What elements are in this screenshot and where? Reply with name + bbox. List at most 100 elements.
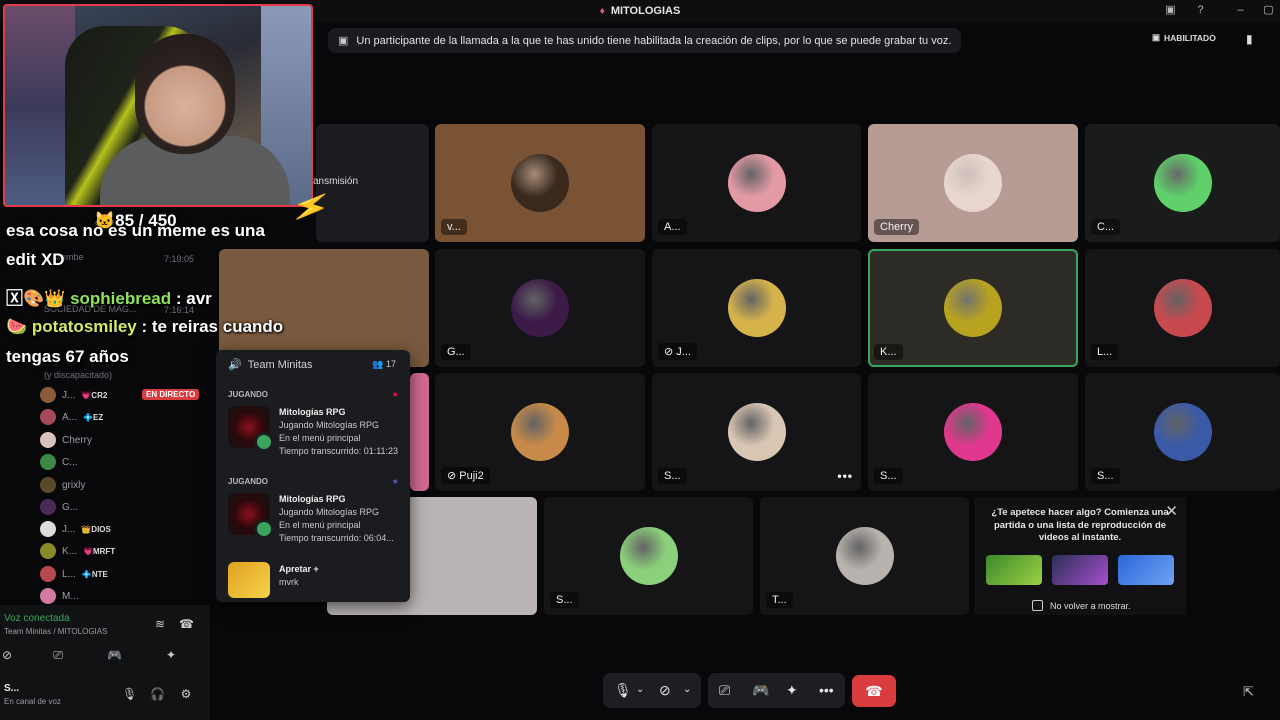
participant-tile[interactable]: L... — [1085, 249, 1280, 367]
member-item[interactable]: J... 💗CR2 — [40, 386, 107, 404]
popout-icon[interactable]: ⇱ — [1243, 684, 1254, 700]
clip-icon: ▣ — [338, 35, 349, 47]
member-item[interactable]: L... 💠NTE — [40, 565, 108, 583]
user-name[interactable]: S... — [4, 683, 19, 694]
more-options-icon[interactable]: ••• — [837, 469, 853, 483]
settings-icon[interactable]: ⚙ — [179, 687, 193, 701]
avatar — [40, 387, 56, 403]
avatar — [40, 432, 56, 448]
member-item[interactable]: grixly — [40, 476, 85, 494]
member-item[interactable]: J... 👑DIOS — [40, 520, 111, 538]
member-item[interactable]: Cherry — [40, 431, 92, 449]
chevron-down-icon[interactable]: ⌄ — [636, 684, 644, 695]
participant-tile[interactable]: ⊘ Puji2 — [435, 373, 645, 491]
participant-tile[interactable]: S... — [868, 373, 1078, 491]
voice-channel-path[interactable]: Team Minitas / MITOLOGIAS — [4, 627, 107, 636]
hangup-icon: ☎ — [865, 683, 883, 699]
voice-connected-label[interactable]: Voz conectada — [4, 613, 70, 624]
screen-share-icon[interactable]: ⎚ — [51, 648, 65, 662]
avatar — [40, 499, 56, 515]
participant-tile[interactable]: S... — [1085, 373, 1280, 491]
maximize-button[interactable]: ▢ — [1262, 4, 1275, 17]
participant-tile[interactable]: A... — [652, 124, 861, 242]
avatar — [511, 279, 569, 337]
microphone-icon[interactable]: 🎙 — [614, 682, 632, 699]
users-icon: 👥 — [372, 359, 386, 369]
participant-name: S... — [550, 592, 579, 608]
participant-tile[interactable]: v... — [435, 124, 645, 242]
participant-tile[interactable]: K... — [868, 249, 1078, 367]
avatar — [727, 403, 786, 461]
dont-show-again-checkbox[interactable] — [1032, 600, 1043, 611]
help-icon[interactable]: ? — [1194, 4, 1207, 17]
avatar — [619, 527, 678, 585]
participant-name: S... — [874, 468, 903, 484]
participant-tile[interactable]: ⊘ J... — [652, 249, 861, 367]
activity-prompt: ¿Te apetece hacer algo? Comienza una par… — [991, 507, 1169, 543]
tile-partial[interactable] — [410, 373, 429, 491]
participant-name: S... — [658, 468, 687, 484]
participant-tile[interactable]: Cherry — [868, 124, 1078, 242]
chat-line: tengas 67 años — [6, 347, 129, 366]
mic-camera-group: 🎙 ⌄ ⊘ ⌄ — [603, 673, 701, 708]
headphones-icon[interactable]: 🎧 — [150, 687, 165, 701]
participant-name: T... — [766, 592, 793, 608]
participant-tile[interactable]: S... — [544, 497, 753, 615]
activity-icon[interactable]: 🎮 — [107, 648, 122, 662]
voice-activity-icon[interactable]: ≋ — [153, 617, 167, 631]
avatar — [40, 521, 56, 537]
camera-off-icon[interactable]: ⊘ — [659, 682, 671, 699]
activity-thumbnail[interactable] — [1052, 555, 1108, 585]
screen-share-icon[interactable]: ⎚ — [719, 682, 730, 699]
soundboard-icon[interactable]: ✦ — [786, 682, 798, 699]
activity-thumbnail[interactable] — [986, 555, 1042, 585]
member-item[interactable]: M... — [40, 587, 79, 605]
avatar-small: ● — [392, 476, 398, 486]
inbox-icon[interactable]: ▣ — [1164, 4, 1177, 17]
camera-off-icon: ⊘ — [664, 346, 677, 358]
stream-label: ansmisión — [313, 176, 359, 187]
chat-line: edit XD — [6, 250, 65, 269]
avatar — [1153, 403, 1212, 461]
badge-icons: 🅇🎨👑 — [6, 289, 71, 308]
disconnect-button[interactable]: ☎ — [852, 675, 896, 707]
participant-name: A... — [658, 219, 687, 235]
microphone-icon[interactable]: 🎙 — [122, 687, 137, 701]
user-status: En canal de voz — [4, 697, 61, 706]
avatar — [40, 409, 56, 425]
avatar — [944, 403, 1002, 461]
avatar — [1153, 154, 1212, 212]
member-item[interactable]: A... 💠EZ — [40, 408, 103, 426]
clips-enabled-badge[interactable]: ▣ HABILITADO — [1152, 32, 1216, 43]
more-options-icon[interactable]: ••• — [819, 682, 834, 698]
channel-icon: ♦ — [599, 5, 605, 17]
checkbox-label: No volver a mostrar. — [1050, 601, 1131, 611]
disconnect-icon[interactable]: ☎ — [179, 617, 194, 631]
clip-icon: ▣ — [1152, 32, 1161, 42]
soundboard-icon[interactable]: ✦ — [164, 648, 178, 662]
speaker-icon: 🔊 — [228, 359, 242, 371]
camera-icon[interactable]: ⊘ — [0, 648, 14, 662]
participant-tile[interactable]: T... — [760, 497, 969, 615]
chevron-down-icon[interactable]: ⌄ — [683, 684, 691, 695]
participant-tile[interactable]: S... ••• — [652, 373, 861, 491]
minimize-button[interactable]: – — [1234, 4, 1247, 17]
game-icon — [228, 493, 274, 539]
avatar-small: ● — [392, 389, 398, 399]
participant-name: C... — [1091, 219, 1121, 235]
activity-thumbnail[interactable] — [1118, 555, 1174, 585]
activity-icon[interactable]: 🎮 — [752, 682, 769, 699]
member-item[interactable]: K... 💗MRFT — [40, 542, 115, 560]
activity-suggestion-card: ✕ ¿Te apetece hacer algo? Comienza una p… — [974, 497, 1186, 615]
camera-off-icon: ⊘ — [447, 470, 460, 482]
chat-line: esa cosa no es un meme es una — [6, 221, 265, 240]
participant-tile[interactable]: C... — [1085, 124, 1280, 242]
avatar — [944, 154, 1002, 212]
clips-notice: ▣ Un participante de la llamada a la que… — [328, 28, 962, 53]
chat-line: 🍉 potatosmiley : te reiras cuando — [6, 317, 284, 336]
member-item[interactable]: C... — [40, 453, 78, 471]
avatar — [835, 527, 894, 585]
member-item[interactable]: G... — [40, 498, 78, 516]
participant-tile[interactable]: G... — [435, 249, 645, 367]
bookmark-icon[interactable]: ▮ — [1246, 32, 1253, 46]
